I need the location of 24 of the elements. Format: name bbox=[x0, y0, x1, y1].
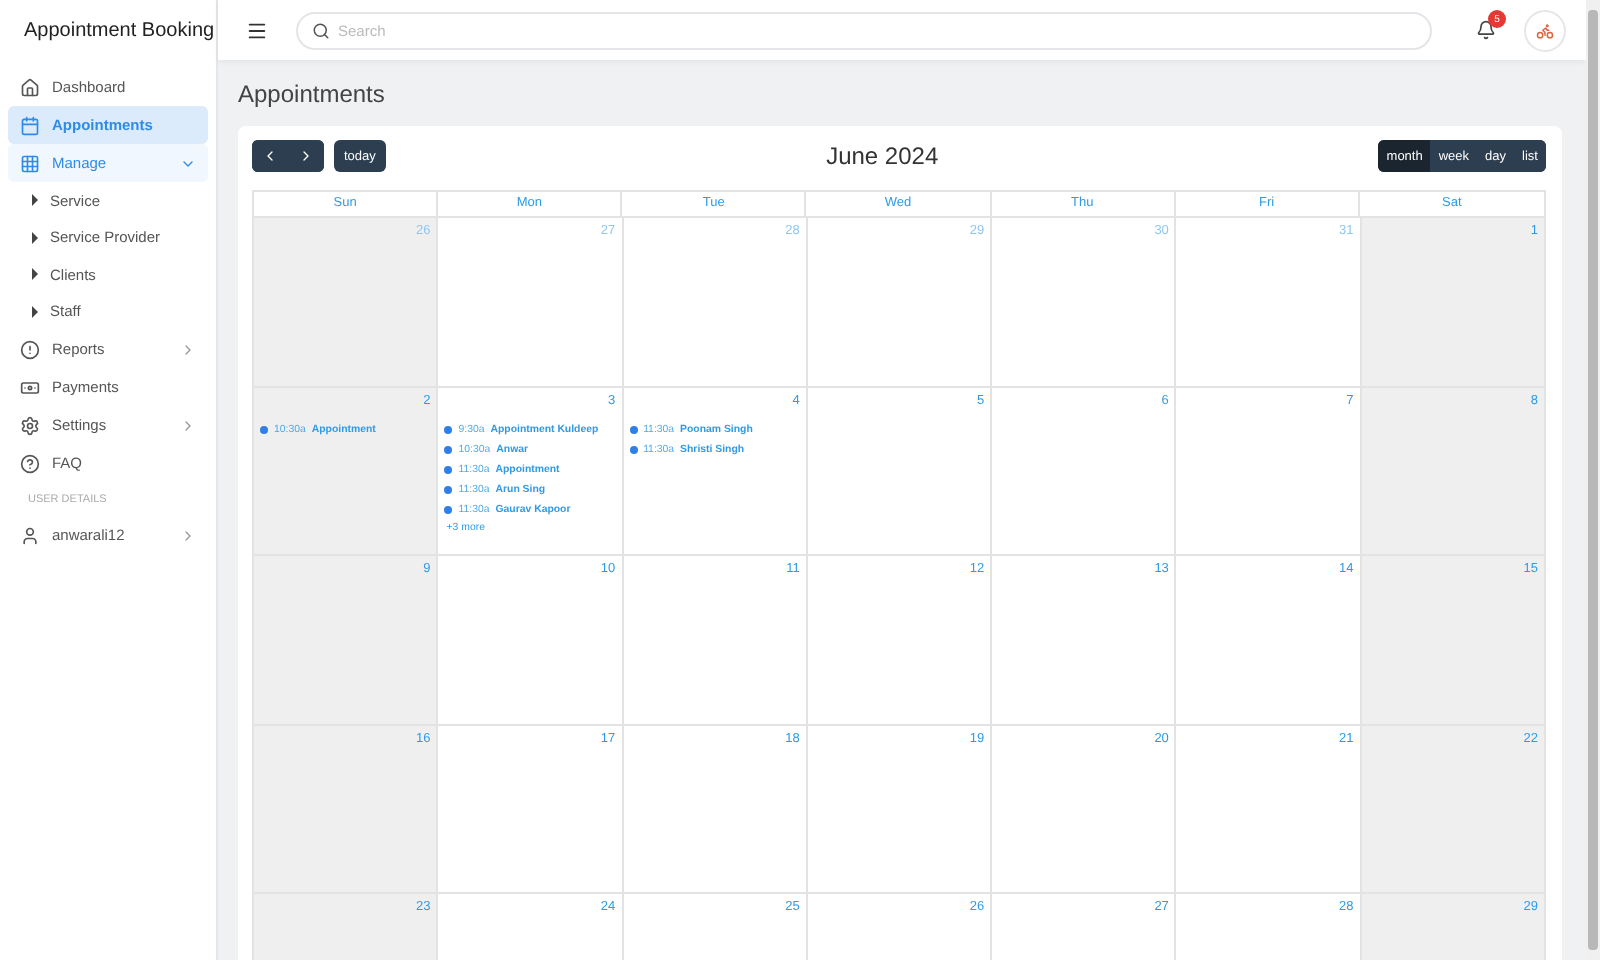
search-icon bbox=[312, 21, 330, 39]
chevron-right-icon bbox=[180, 417, 196, 433]
caret-icon bbox=[32, 231, 38, 244]
calendar-icon bbox=[20, 115, 40, 135]
chevron-right-icon bbox=[180, 527, 196, 543]
chevron-right-icon bbox=[180, 341, 196, 357]
avatar[interactable] bbox=[1524, 9, 1566, 51]
alert-icon bbox=[20, 339, 40, 359]
bell-icon[interactable] bbox=[1476, 20, 1496, 40]
chevron-right-icon bbox=[298, 148, 314, 164]
caret-icon bbox=[32, 305, 38, 318]
menu-icon[interactable] bbox=[246, 19, 268, 41]
grid-icon bbox=[20, 153, 40, 173]
user-icon bbox=[20, 525, 40, 545]
calendar-title: June 2024 bbox=[826, 142, 939, 170]
settings-icon bbox=[20, 415, 40, 435]
money-icon bbox=[20, 377, 40, 397]
page-title: Appointments bbox=[238, 80, 387, 108]
caret-icon bbox=[32, 268, 38, 281]
caret-icon bbox=[32, 194, 38, 207]
help-icon bbox=[20, 453, 40, 473]
home-icon bbox=[20, 77, 40, 97]
app-title: Appointment Booking bbox=[22, 17, 216, 45]
chevron-left-icon bbox=[262, 148, 278, 164]
